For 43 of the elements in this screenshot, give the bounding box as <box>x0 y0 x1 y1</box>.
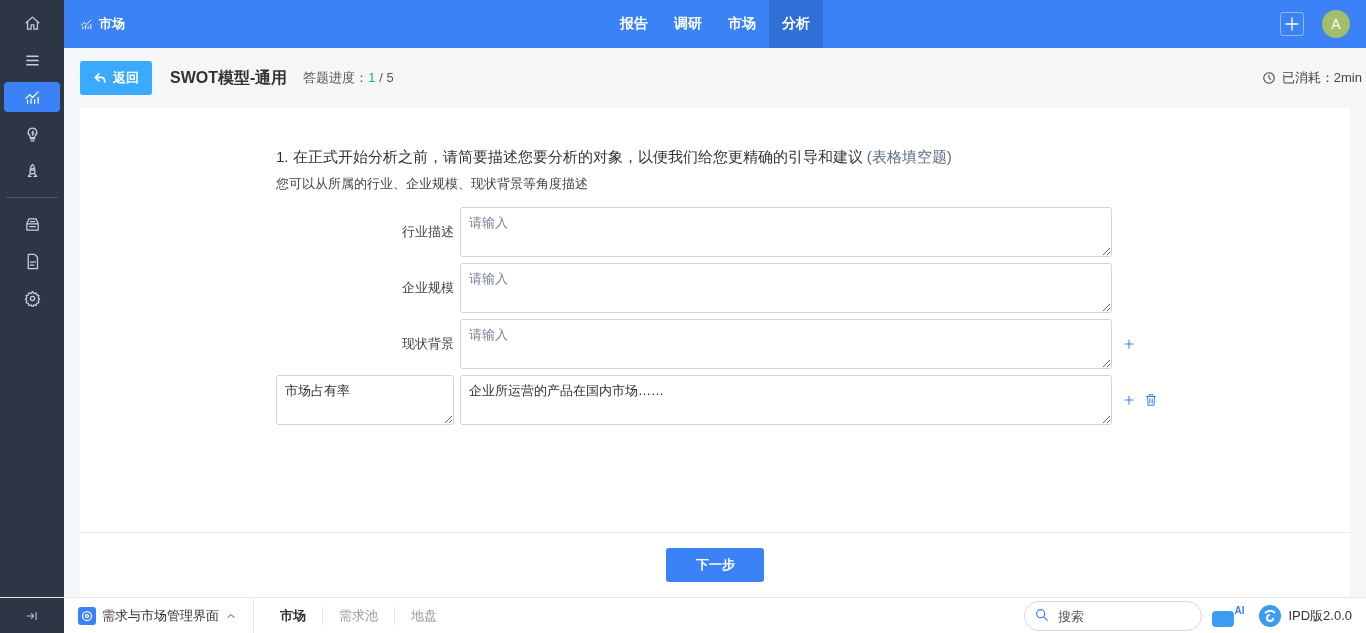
collapse-icon <box>25 609 39 623</box>
trash-icon <box>1144 393 1158 407</box>
nav-tab[interactable]: 市场 <box>715 0 769 48</box>
clock-icon <box>1261 71 1276 85</box>
app-switcher[interactable]: 需求与市场管理界面 <box>102 607 219 625</box>
bottom-tab[interactable]: 需求池 <box>322 607 394 625</box>
elapsed-time: 已消耗：2min <box>1281 69 1362 87</box>
bottom-tab[interactable]: 地盘 <box>394 607 453 625</box>
next-button[interactable]: 下一步 <box>666 548 764 582</box>
nav-tab[interactable]: 报告 <box>607 0 661 48</box>
home-icon <box>23 14 41 32</box>
inbox-icon <box>23 215 41 233</box>
progress-text: 答题进度：1 / 5 <box>303 69 394 87</box>
add-button[interactable] <box>1280 12 1304 36</box>
answer-field[interactable]: 请输入 <box>460 319 1112 369</box>
page-title: SWOT模型-通用 <box>170 67 288 88</box>
answer-field[interactable]: 请输入 <box>460 207 1112 257</box>
question-title: 1. 在正式开始分析之前，请简要描述您要分析的对象，以便我们给您更精确的引导和建议 (表格填空题) <box>276 148 953 167</box>
field-label: 企业规模 <box>401 279 454 297</box>
user-avatar[interactable]: A <box>1322 10 1350 38</box>
version-label: IPD版2.0.0 <box>1288 607 1352 625</box>
field-label: 行业描述 <box>401 223 454 241</box>
plus-icon <box>1283 15 1301 33</box>
chart-icon <box>23 88 41 106</box>
app-icon <box>78 607 96 625</box>
settings-icon <box>23 289 41 307</box>
reply-arrow-icon <box>93 71 107 85</box>
answer-field[interactable]: 企业所运营的产品在国内市场…… <box>460 375 1112 425</box>
answer-field[interactable]: 请输入 <box>460 263 1112 313</box>
label-field[interactable]: 市场占有率 <box>276 375 454 425</box>
back-button[interactable]: 返回 <box>80 61 152 95</box>
nav-tab[interactable]: 分析 <box>769 0 823 48</box>
chart-icon <box>80 17 93 31</box>
question-hint: 您可以从所属的行业、企业规模、现状背景等角度描述 <box>276 175 589 193</box>
field-label: 现状背景 <box>401 335 454 353</box>
search-field[interactable]: 搜索 <box>1024 601 1203 631</box>
plus-icon <box>1122 337 1136 351</box>
plus-icon <box>1122 393 1136 407</box>
ai-label: AI <box>1234 605 1245 616</box>
nav-tab[interactable]: 调研 <box>661 0 715 48</box>
bottom-tab[interactable]: 市场 <box>264 607 322 625</box>
app-title: 市场 <box>99 15 125 33</box>
delete-button[interactable] <box>1144 393 1158 407</box>
